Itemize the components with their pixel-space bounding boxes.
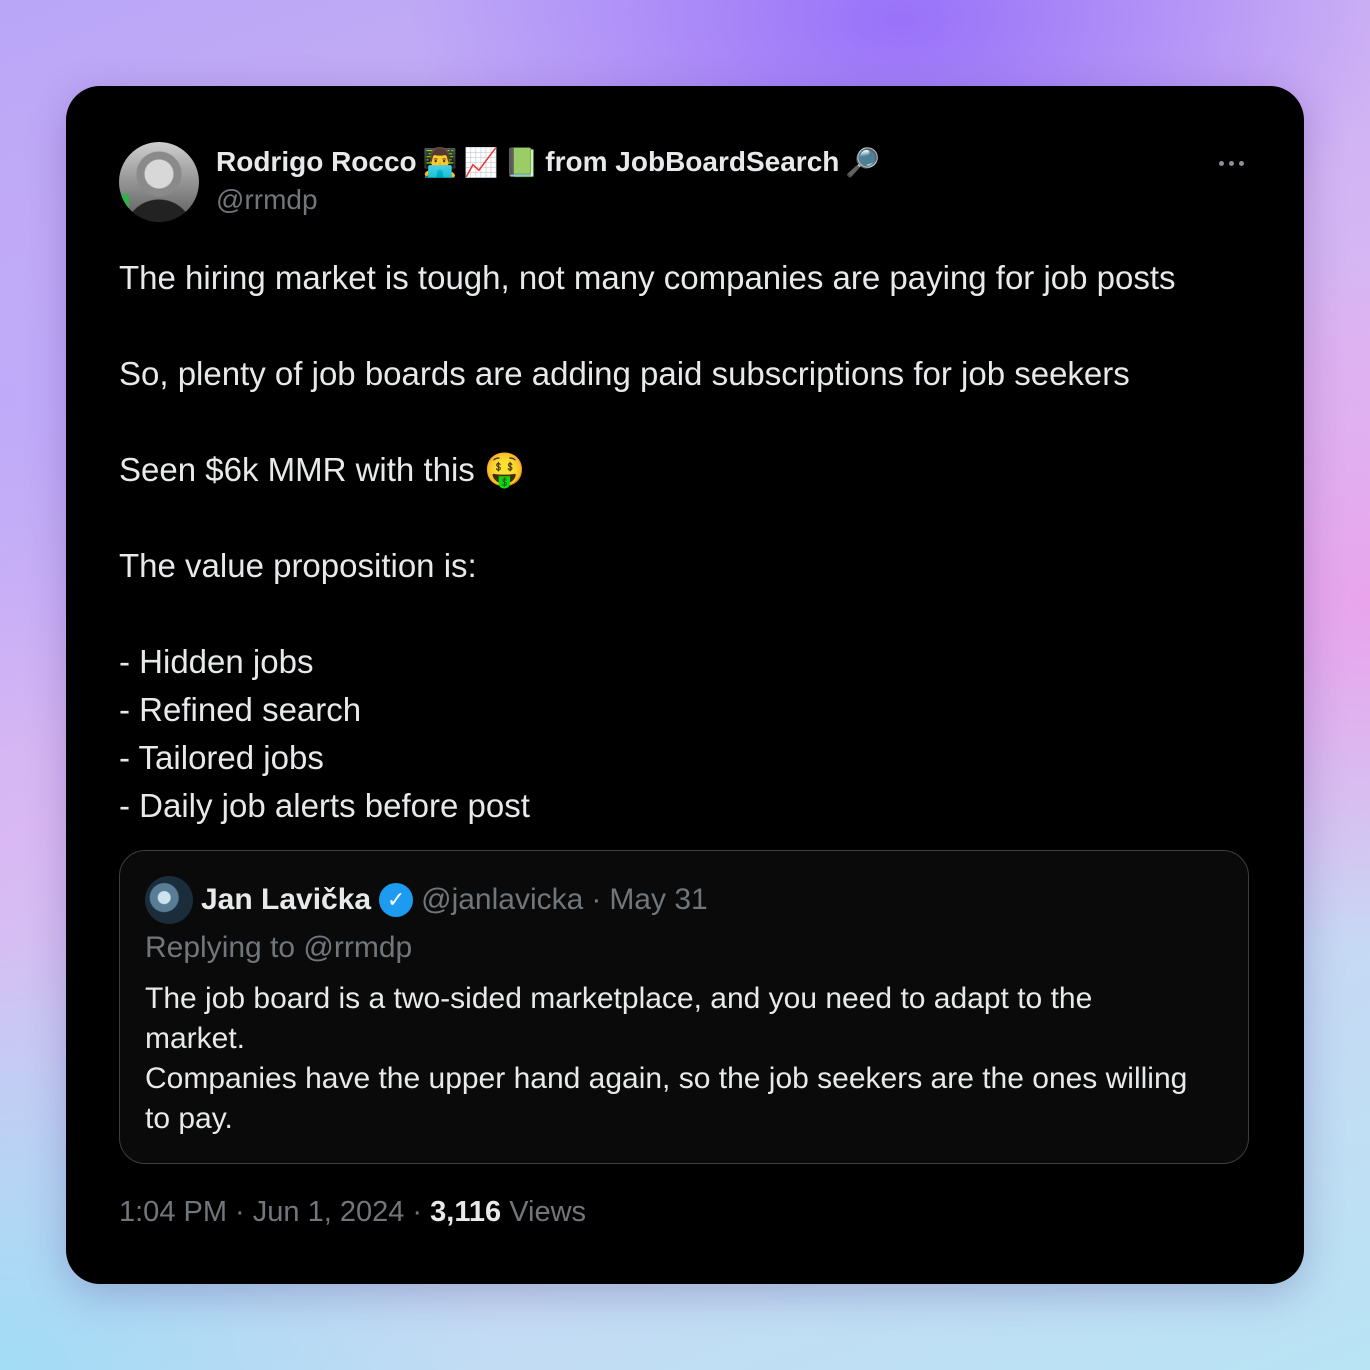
quote-author-handle[interactable]: @janlavicka	[421, 883, 583, 917]
author-handle[interactable]: @rrmdp	[216, 184, 318, 216]
tweet-text-line: The hiring market is tough, not many com…	[119, 259, 1176, 296]
quote-header: Jan Lavička ✓ @janlavicka · May 31	[201, 879, 708, 921]
quote-separator: ·	[591, 883, 602, 916]
quote-text-line: market.	[145, 1022, 246, 1055]
technologist-emoji-icon: 👨‍💻	[422, 145, 458, 179]
tweet-text-line: So, plenty of job boards are adding paid…	[119, 355, 1130, 392]
replying-to: Replying to @rrmdp	[145, 931, 413, 964]
more-dot-icon	[1238, 160, 1244, 166]
tweet-text-line: Seen $6k MMR with this 🤑	[119, 451, 526, 488]
chart-increasing-emoji-icon: 📈	[463, 145, 499, 179]
author-avatar[interactable]	[119, 142, 199, 222]
author-name-row: Rodrigo Rocco 👨‍💻 📈 📗 from JobBoardSearc…	[216, 142, 880, 182]
tweet-text-line: - Refined search	[119, 691, 362, 728]
quote-author-name[interactable]: Jan Lavička	[201, 883, 371, 917]
author-name-suffix: from JobBoardSearch	[545, 146, 840, 177]
magnifying-glass-emoji-icon: 🔎	[845, 145, 881, 179]
quote-author-avatar[interactable]	[145, 876, 193, 924]
more-dot-icon	[1228, 160, 1234, 166]
more-options-button[interactable]	[1208, 148, 1254, 178]
quote-text-line: to pay.	[145, 1102, 233, 1135]
tweet-text-line: The value proposition is:	[119, 547, 477, 584]
quote-text-line: The job board is a two-sided marketplace…	[145, 982, 1093, 1015]
tweet-text-line: - Daily job alerts before post	[119, 787, 530, 824]
author-name[interactable]: Rodrigo Rocco	[216, 146, 417, 178]
views-label: Views	[509, 1196, 587, 1228]
tweet-text: The hiring market is tough, not many com…	[119, 254, 1259, 830]
quoted-tweet[interactable]: Jan Lavička ✓ @janlavicka · May 31 Reply…	[119, 850, 1249, 1164]
footer-separator: ·	[412, 1196, 423, 1228]
tweet-footer: 1:04 PM · Jun 1, 2024 · 3,116 Views	[119, 1196, 586, 1229]
quote-date[interactable]: May 31	[609, 883, 707, 917]
verified-badge-icon: ✓	[379, 883, 414, 917]
tweet-timestamp[interactable]: 1:04 PM · Jun 1, 2024	[119, 1196, 404, 1228]
tweet-text-line: - Tailored jobs	[119, 739, 324, 776]
green-book-emoji-icon: 📗	[504, 145, 540, 179]
tweet-card: Rodrigo Rocco 👨‍💻 📈 📗 from JobBoardSearc…	[66, 86, 1304, 1284]
quote-text: The job board is a two-sided marketplace…	[145, 979, 1225, 1139]
more-dot-icon	[1218, 160, 1224, 166]
quote-text-line: Companies have the upper hand again, so …	[145, 1062, 1188, 1095]
tweet-text-line: - Hidden jobs	[119, 643, 314, 680]
views-count: 3,116	[430, 1196, 502, 1228]
